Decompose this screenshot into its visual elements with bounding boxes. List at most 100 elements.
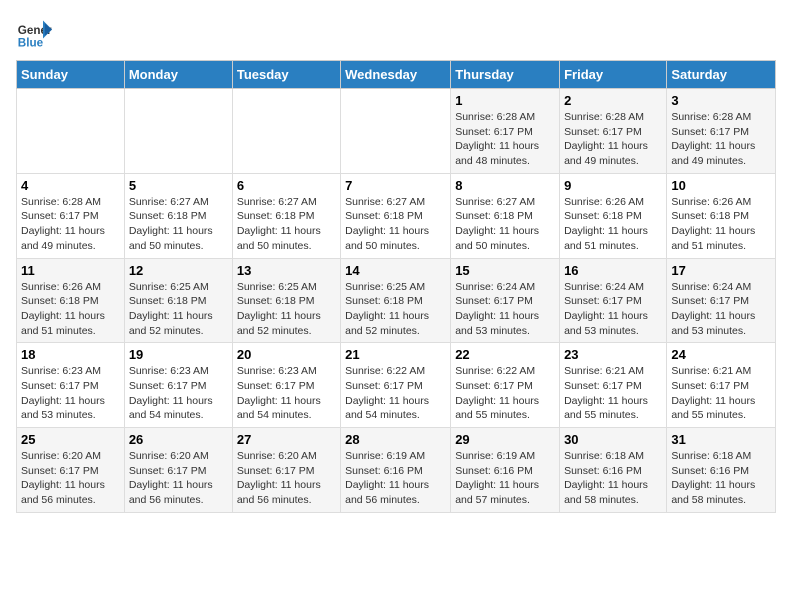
calendar-body: 1 Sunrise: 6:28 AM Sunset: 6:17 PM Daylig… bbox=[17, 89, 776, 513]
table-cell: 30Sunrise: 6:18 AM Sunset: 6:16 PM Dayli… bbox=[560, 428, 667, 513]
day-info: Sunrise: 6:25 AM Sunset: 6:18 PM Dayligh… bbox=[345, 280, 446, 339]
day-number: 8 bbox=[455, 178, 555, 193]
table-cell: 29 Sunrise: 6:19 AM Sunset: 6:16 PM Dayli… bbox=[451, 428, 560, 513]
table-cell: 6Sunrise: 6:27 AM Sunset: 6:18 PM Daylig… bbox=[232, 173, 340, 258]
day-number: 29 bbox=[455, 432, 555, 447]
table-cell bbox=[232, 89, 340, 174]
day-info: Sunrise: 6:20 AM Sunset: 6:17 PM Dayligh… bbox=[21, 449, 120, 508]
header-row: SundayMondayTuesdayWednesdayThursdayFrid… bbox=[17, 61, 776, 89]
day-info: Sunrise: 6:27 AM Sunset: 6:18 PM Dayligh… bbox=[237, 195, 336, 254]
day-info: Sunrise: 6:24 AM Sunset: 6:17 PM Dayligh… bbox=[564, 280, 662, 339]
table-cell: 19Sunrise: 6:23 AM Sunset: 6:17 PM Dayli… bbox=[124, 343, 232, 428]
day-number: 22 bbox=[455, 347, 555, 362]
day-number: 1 bbox=[455, 93, 555, 108]
day-info: Sunrise: 6:26 AM Sunset: 6:18 PM Dayligh… bbox=[671, 195, 771, 254]
table-cell: 3Sunrise: 6:28 AM Sunset: 6:17 PM Daylig… bbox=[667, 89, 776, 174]
calendar-table: SundayMondayTuesdayWednesdayThursdayFrid… bbox=[16, 60, 776, 513]
svg-text:Blue: Blue bbox=[18, 37, 44, 50]
table-cell: 13 Sunrise: 6:25 AM Sunset: 6:18 PM Dayli… bbox=[232, 258, 340, 343]
table-cell: 20 Sunrise: 6:23 AM Sunset: 6:17 PM Dayli… bbox=[232, 343, 340, 428]
day-number: 9 bbox=[564, 178, 662, 193]
day-number: 24 bbox=[671, 347, 771, 362]
day-number: 25 bbox=[21, 432, 120, 447]
day-info: Sunrise: 6:20 AM Sunset: 6:17 PM Dayligh… bbox=[237, 449, 336, 508]
day-number: 31 bbox=[671, 432, 771, 447]
day-number: 28 bbox=[345, 432, 446, 447]
header-thursday: Thursday bbox=[451, 61, 560, 89]
day-info: Sunrise: 6:27 AM Sunset: 6:18 PM Dayligh… bbox=[345, 195, 446, 254]
day-info: Sunrise: 6:21 AM Sunset: 6:17 PM Dayligh… bbox=[564, 364, 662, 423]
day-number: 13 bbox=[237, 263, 336, 278]
day-info: Sunrise: 6:25 AM Sunset: 6:18 PM Dayligh… bbox=[237, 280, 336, 339]
day-info: Sunrise: 6:27 AM Sunset: 6:18 PM Dayligh… bbox=[129, 195, 228, 254]
day-info: Sunrise: 6:18 AM Sunset: 6:16 PM Dayligh… bbox=[671, 449, 771, 508]
day-number: 21 bbox=[345, 347, 446, 362]
day-number: 5 bbox=[129, 178, 228, 193]
header-sunday: Sunday bbox=[17, 61, 125, 89]
week-row-3: 11Sunrise: 6:26 AM Sunset: 6:18 PM Dayli… bbox=[17, 258, 776, 343]
day-info: Sunrise: 6:22 AM Sunset: 6:17 PM Dayligh… bbox=[455, 364, 555, 423]
table-cell: 16 Sunrise: 6:24 AM Sunset: 6:17 PM Dayli… bbox=[560, 258, 667, 343]
week-row-4: 18Sunrise: 6:23 AM Sunset: 6:17 PM Dayli… bbox=[17, 343, 776, 428]
day-number: 26 bbox=[129, 432, 228, 447]
day-number: 16 bbox=[564, 263, 662, 278]
day-number: 10 bbox=[671, 178, 771, 193]
day-number: 27 bbox=[237, 432, 336, 447]
week-row-1: 1 Sunrise: 6:28 AM Sunset: 6:17 PM Daylig… bbox=[17, 89, 776, 174]
table-cell: 24Sunrise: 6:21 AM Sunset: 6:17 PM Dayli… bbox=[667, 343, 776, 428]
table-cell: 31 Sunrise: 6:18 AM Sunset: 6:16 PM Dayli… bbox=[667, 428, 776, 513]
day-number: 2 bbox=[564, 93, 662, 108]
table-cell: 11Sunrise: 6:26 AM Sunset: 6:18 PM Dayli… bbox=[17, 258, 125, 343]
day-info: Sunrise: 6:25 AM Sunset: 6:18 PM Dayligh… bbox=[129, 280, 228, 339]
table-cell: 5 Sunrise: 6:27 AM Sunset: 6:18 PM Daylig… bbox=[124, 173, 232, 258]
table-cell: 2 Sunrise: 6:28 AM Sunset: 6:17 PM Daylig… bbox=[560, 89, 667, 174]
table-cell: 10 Sunrise: 6:26 AM Sunset: 6:18 PM Dayli… bbox=[667, 173, 776, 258]
day-number: 23 bbox=[564, 347, 662, 362]
day-info: Sunrise: 6:22 AM Sunset: 6:17 PM Dayligh… bbox=[345, 364, 446, 423]
table-cell bbox=[17, 89, 125, 174]
header-friday: Friday bbox=[560, 61, 667, 89]
page-header: General Blue bbox=[16, 16, 776, 52]
day-number: 20 bbox=[237, 347, 336, 362]
day-info: Sunrise: 6:28 AM Sunset: 6:17 PM Dayligh… bbox=[455, 110, 555, 169]
day-info: Sunrise: 6:19 AM Sunset: 6:16 PM Dayligh… bbox=[345, 449, 446, 508]
day-number: 30 bbox=[564, 432, 662, 447]
calendar-header: SundayMondayTuesdayWednesdayThursdayFrid… bbox=[17, 61, 776, 89]
table-cell: 7 Sunrise: 6:27 AM Sunset: 6:18 PM Daylig… bbox=[341, 173, 451, 258]
table-cell: 4Sunrise: 6:28 AM Sunset: 6:17 PM Daylig… bbox=[17, 173, 125, 258]
header-wednesday: Wednesday bbox=[341, 61, 451, 89]
week-row-2: 4Sunrise: 6:28 AM Sunset: 6:17 PM Daylig… bbox=[17, 173, 776, 258]
day-number: 17 bbox=[671, 263, 771, 278]
day-number: 12 bbox=[129, 263, 228, 278]
day-info: Sunrise: 6:23 AM Sunset: 6:17 PM Dayligh… bbox=[237, 364, 336, 423]
table-cell: 14 Sunrise: 6:25 AM Sunset: 6:18 PM Dayli… bbox=[341, 258, 451, 343]
table-cell: 9 Sunrise: 6:26 AM Sunset: 6:18 PM Daylig… bbox=[560, 173, 667, 258]
day-info: Sunrise: 6:19 AM Sunset: 6:16 PM Dayligh… bbox=[455, 449, 555, 508]
table-cell: 26 Sunrise: 6:20 AM Sunset: 6:17 PM Dayli… bbox=[124, 428, 232, 513]
day-info: Sunrise: 6:28 AM Sunset: 6:17 PM Dayligh… bbox=[564, 110, 662, 169]
table-cell: 27 Sunrise: 6:20 AM Sunset: 6:17 PM Dayli… bbox=[232, 428, 340, 513]
day-info: Sunrise: 6:28 AM Sunset: 6:17 PM Dayligh… bbox=[21, 195, 120, 254]
day-info: Sunrise: 6:20 AM Sunset: 6:17 PM Dayligh… bbox=[129, 449, 228, 508]
header-saturday: Saturday bbox=[667, 61, 776, 89]
logo: General Blue bbox=[16, 16, 52, 52]
table-cell: 28 Sunrise: 6:19 AM Sunset: 6:16 PM Dayli… bbox=[341, 428, 451, 513]
week-row-5: 25 Sunrise: 6:20 AM Sunset: 6:17 PM Dayli… bbox=[17, 428, 776, 513]
day-info: Sunrise: 6:24 AM Sunset: 6:17 PM Dayligh… bbox=[671, 280, 771, 339]
table-cell: 22 Sunrise: 6:22 AM Sunset: 6:17 PM Dayli… bbox=[451, 343, 560, 428]
table-cell: 17 Sunrise: 6:24 AM Sunset: 6:17 PM Dayli… bbox=[667, 258, 776, 343]
table-cell: 12 Sunrise: 6:25 AM Sunset: 6:18 PM Dayli… bbox=[124, 258, 232, 343]
header-monday: Monday bbox=[124, 61, 232, 89]
day-number: 19 bbox=[129, 347, 228, 362]
day-number: 14 bbox=[345, 263, 446, 278]
table-cell: 25 Sunrise: 6:20 AM Sunset: 6:17 PM Dayli… bbox=[17, 428, 125, 513]
table-cell bbox=[124, 89, 232, 174]
day-info: Sunrise: 6:27 AM Sunset: 6:18 PM Dayligh… bbox=[455, 195, 555, 254]
table-cell: 15Sunrise: 6:24 AM Sunset: 6:17 PM Dayli… bbox=[451, 258, 560, 343]
day-info: Sunrise: 6:26 AM Sunset: 6:18 PM Dayligh… bbox=[564, 195, 662, 254]
table-cell: 23 Sunrise: 6:21 AM Sunset: 6:17 PM Dayli… bbox=[560, 343, 667, 428]
day-number: 7 bbox=[345, 178, 446, 193]
day-info: Sunrise: 6:24 AM Sunset: 6:17 PM Dayligh… bbox=[455, 280, 555, 339]
day-number: 11 bbox=[21, 263, 120, 278]
header-tuesday: Tuesday bbox=[232, 61, 340, 89]
